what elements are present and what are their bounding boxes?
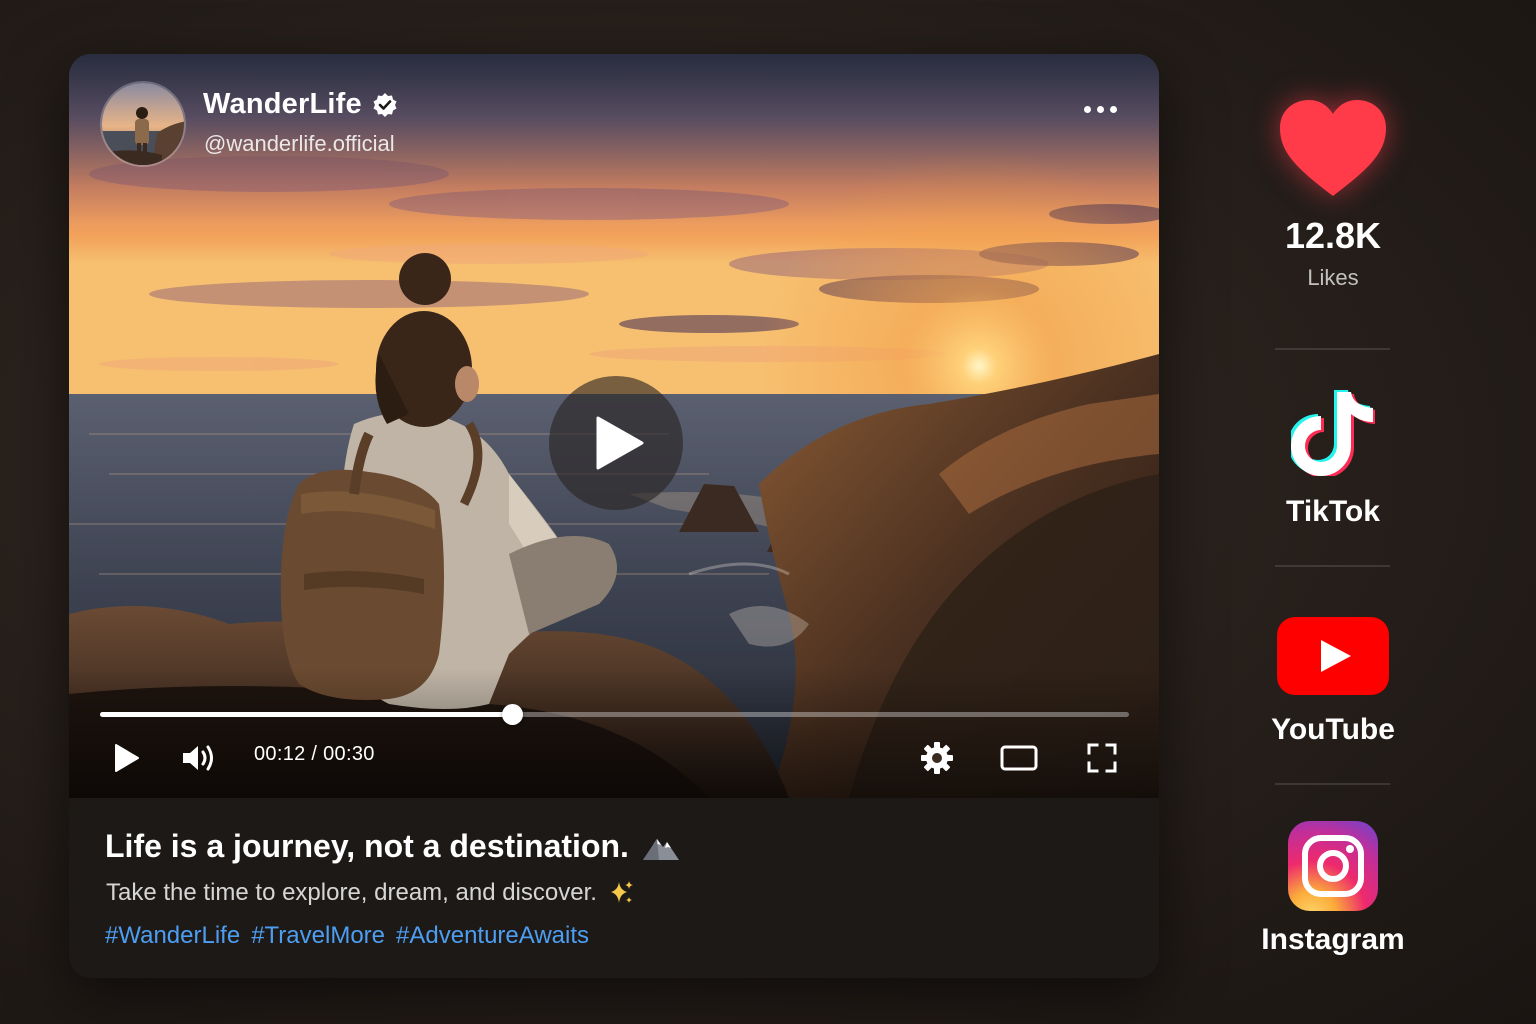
more-options-button[interactable] <box>1075 94 1125 124</box>
channel-name[interactable]: WanderLife <box>203 88 362 121</box>
progress-thumb[interactable] <box>501 704 523 725</box>
avatar-image <box>102 83 184 165</box>
channel-name-row[interactable]: WanderLife <box>203 88 398 121</box>
theater-mode-icon <box>1000 745 1038 771</box>
likes-label: Likes <box>1307 265 1359 290</box>
hashtag-link[interactable]: #WanderLife <box>105 922 240 950</box>
hashtag-link[interactable]: #AdventureAwaits <box>396 922 589 950</box>
theater-mode-button[interactable] <box>998 740 1040 776</box>
channel-avatar[interactable] <box>100 81 186 167</box>
play-icon <box>596 416 644 470</box>
settings-button[interactable] <box>917 738 957 778</box>
youtube-label: YouTube <box>1271 713 1395 746</box>
progress-fill <box>100 712 512 717</box>
sidebar-divider <box>1275 565 1390 567</box>
fullscreen-button[interactable] <box>1082 740 1122 776</box>
heart-icon <box>1280 100 1386 196</box>
verified-badge-icon <box>373 92 397 117</box>
caption-subtitle: Take the time to explore, dream, and dis… <box>106 879 597 906</box>
caption-title-row: Life is a journey, not a destination. <box>105 828 681 865</box>
play-overlay-button[interactable] <box>549 376 683 510</box>
video-player[interactable]: WanderLife @wanderlife.official 00:12 / … <box>69 54 1159 798</box>
mountain-emoji-icon <box>642 838 679 860</box>
video-post-card: WanderLife @wanderlife.official 00:12 / … <box>69 54 1159 978</box>
share-youtube-button[interactable]: YouTube <box>1233 616 1433 747</box>
instagram-icon <box>1288 821 1378 911</box>
hashtag-link[interactable]: #TravelMore <box>251 922 385 950</box>
progress-bar[interactable] <box>100 704 1129 725</box>
share-tiktok-button[interactable]: TikTok <box>1233 384 1433 529</box>
bottom-gradient <box>69 668 1159 798</box>
likes-count: 12.8K <box>1284 215 1382 256</box>
caption-title: Life is a journey, not a destination. <box>105 828 629 864</box>
time-display: 00:12 / 00:30 <box>254 743 375 765</box>
play-icon <box>115 744 139 772</box>
gear-icon <box>921 742 953 774</box>
instagram-label: Instagram <box>1261 923 1405 956</box>
share-instagram-button[interactable]: Instagram <box>1233 820 1433 957</box>
caption-subtitle-row: Take the time to explore, dream, and dis… <box>106 879 635 907</box>
more-horizontal-icon <box>1083 105 1091 113</box>
tiktok-icon <box>1288 390 1376 478</box>
tiktok-label: TikTok <box>1286 495 1380 528</box>
fullscreen-icon <box>1087 743 1117 773</box>
volume-icon <box>183 745 213 771</box>
channel-handle[interactable]: @wanderlife.official <box>204 131 395 157</box>
volume-button[interactable] <box>179 740 219 776</box>
sparkles-emoji-icon <box>610 881 633 903</box>
sidebar-divider <box>1275 783 1390 785</box>
play-button[interactable] <box>109 740 145 776</box>
hashtag-list: #WanderLife #TravelMore #AdventureAwaits <box>105 922 589 950</box>
youtube-icon <box>1277 617 1389 695</box>
like-button[interactable]: 12.8K Likes <box>1233 96 1433 291</box>
sidebar-divider <box>1275 348 1390 350</box>
